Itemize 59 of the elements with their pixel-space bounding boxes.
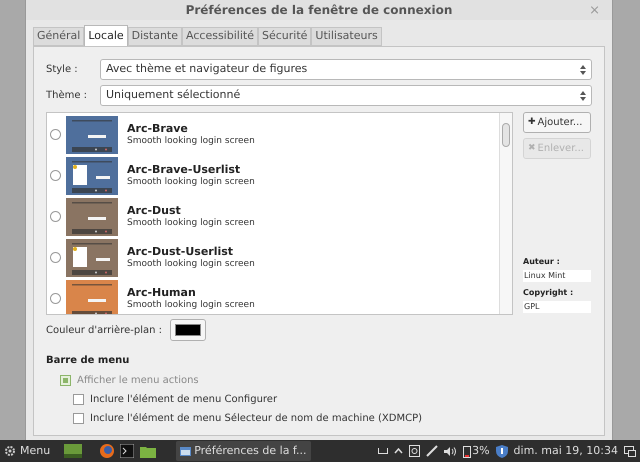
- background-color-label: Couleur d'arrière-plan :: [46, 324, 162, 338]
- plus-icon: ✚: [528, 116, 536, 130]
- radio-button[interactable]: [50, 170, 61, 181]
- updown-icon: [580, 64, 586, 74]
- terminal-icon[interactable]: [120, 444, 134, 458]
- info-value: GPL: [523, 301, 591, 313]
- clipboard-icon[interactable]: [409, 445, 420, 457]
- scrollbar[interactable]: [499, 113, 512, 314]
- theme-description: Smooth looking login screen: [127, 216, 255, 228]
- tab[interactable]: Locale: [84, 25, 128, 46]
- theme-dropdown[interactable]: Uniquement sélectionné: [100, 85, 592, 106]
- tab[interactable]: Sécurité: [258, 27, 312, 46]
- chevron-up-icon[interactable]: [394, 448, 404, 454]
- radio-button[interactable]: [50, 129, 61, 140]
- menu-button[interactable]: Menu: [4, 442, 50, 460]
- tab[interactable]: Utilisateurs: [311, 27, 382, 46]
- window-icon: [180, 446, 192, 456]
- desktop-windows-icon[interactable]: [624, 446, 636, 456]
- checkbox-label: Inclure l'élément de menu Configurer: [90, 393, 278, 407]
- theme-description: Smooth looking login screen: [127, 134, 255, 146]
- keyboard-icon[interactable]: [378, 448, 388, 454]
- clock[interactable]: dim. mai 19, 10:34: [514, 442, 618, 460]
- theme-name: Arc-Dust: [127, 204, 182, 216]
- theme-label: Thème :: [46, 89, 88, 103]
- desktop-icon[interactable]: [64, 444, 82, 458]
- battery-icon: [463, 444, 472, 458]
- browser-icon[interactable]: [100, 444, 114, 458]
- color-button[interactable]: [170, 319, 206, 341]
- radio-button[interactable]: [50, 293, 61, 304]
- style-dropdown[interactable]: Avec thème et navigateur de figures: [100, 59, 592, 80]
- updown-icon: [580, 90, 586, 100]
- theme-name: Arc-Brave: [127, 122, 189, 134]
- folder-icon[interactable]: [140, 444, 156, 458]
- tab[interactable]: Général: [33, 27, 84, 46]
- theme-description: Smooth looking login screen: [127, 298, 255, 310]
- style-label: Style :: [46, 63, 79, 77]
- section-heading: Barre de menu: [46, 354, 130, 368]
- theme-name: Arc-Dust-Userlist: [127, 246, 234, 258]
- theme-name: Arc-Brave-Userlist: [127, 164, 242, 176]
- radio-button[interactable]: [50, 211, 61, 222]
- battery-indicator[interactable]: 3%: [463, 442, 490, 460]
- cross-icon: ✖: [528, 142, 536, 156]
- info-label: Copyright :: [523, 287, 574, 299]
- taskbar-window-button[interactable]: Préférences de la f...: [176, 441, 310, 461]
- theme-description: Smooth looking login screen: [127, 176, 255, 188]
- add-button[interactable]: ✚ Ajouter...: [523, 112, 591, 133]
- shield-icon[interactable]: [496, 444, 508, 458]
- window-title: Préférences de la fenêtre de connexion: [186, 2, 452, 19]
- radio-button[interactable]: [50, 252, 61, 263]
- gear-icon: [4, 445, 16, 457]
- speaker-icon[interactable]: [444, 446, 458, 456]
- info-label: Auteur :: [523, 256, 561, 268]
- checkbox-label: Inclure l'élément de menu Sélecteur de nom de machine (XDMCP): [90, 412, 422, 426]
- checkbox-label: Afficher le menu actions: [77, 374, 199, 388]
- info-value: Linux Mint: [523, 270, 591, 282]
- tab[interactable]: Distante: [128, 27, 182, 46]
- tab[interactable]: Accessibilité: [182, 27, 258, 46]
- theme-name: Arc-Human: [127, 286, 197, 298]
- theme-description: Smooth looking login screen: [127, 258, 255, 270]
